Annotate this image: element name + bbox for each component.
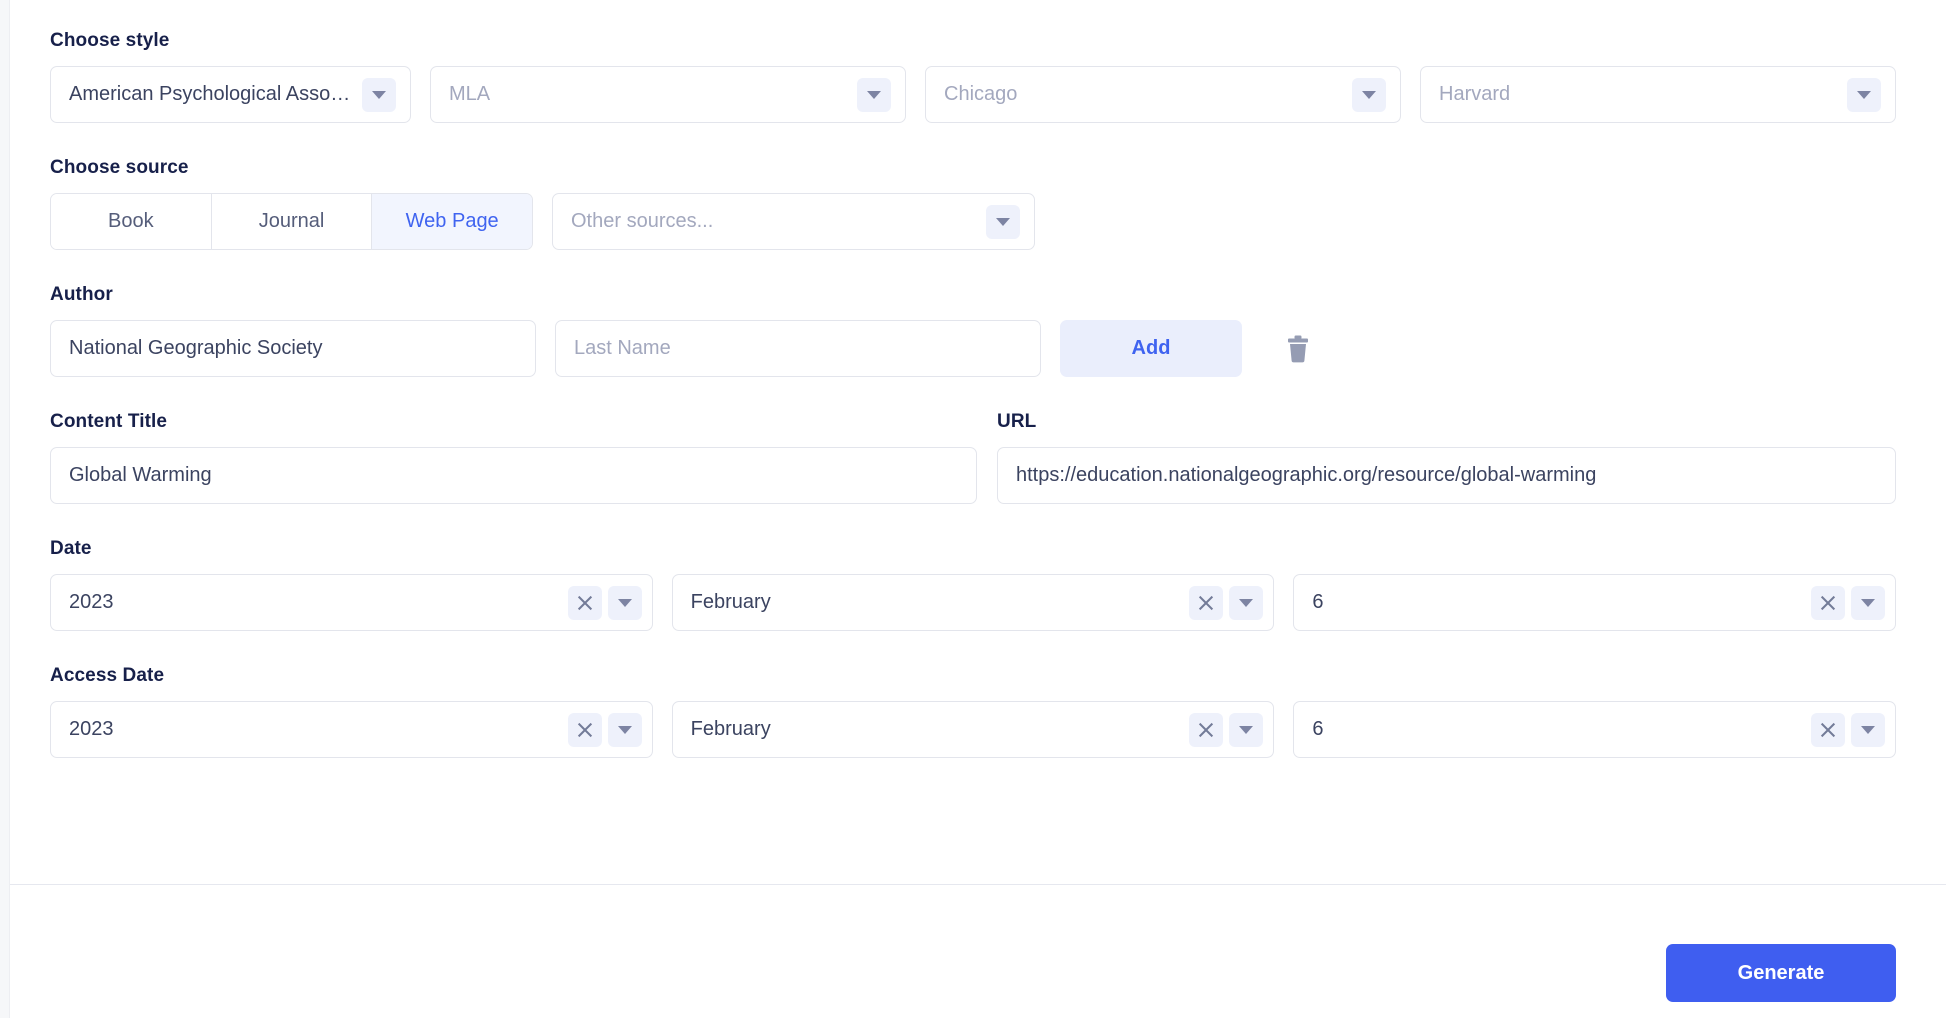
choose-source-label: Choose source <box>50 157 189 178</box>
chevron-down-icon[interactable] <box>1229 585 1264 620</box>
clear-icon[interactable] <box>567 585 602 620</box>
date-month-value: February <box>690 591 771 613</box>
content-title-value: Global Warming <box>69 464 212 486</box>
date-day-dropdown[interactable]: 6 <box>1293 574 1897 631</box>
date-year-value: 2023 <box>69 591 114 613</box>
date-year-dropdown[interactable]: 2023 <box>50 574 653 631</box>
style-dropdown-harvard-value: Harvard <box>1439 83 1511 105</box>
content-title-group: Content Title Global Warming <box>50 411 977 504</box>
content-title-label: Content Title <box>50 411 168 432</box>
style-dropdown-apa[interactable]: American Psychological Associatio… <box>50 66 411 123</box>
trash-icon <box>1288 335 1308 362</box>
chevron-down-icon[interactable] <box>1847 77 1881 112</box>
clear-icon[interactable] <box>1811 585 1846 620</box>
other-sources-dropdown[interactable]: Other sources... <box>552 193 1035 250</box>
source-tab-group: Book Journal Web Page <box>50 193 533 250</box>
clear-icon[interactable] <box>1811 712 1846 747</box>
author-row: National Geographic Society Last Name Ad… <box>50 320 1896 377</box>
date-row: 2023 February 6 <box>50 574 1897 631</box>
author-first-name-value: National Geographic Society <box>69 337 323 359</box>
add-author-button[interactable]: Add <box>1060 320 1242 377</box>
access-date-year-dropdown[interactable]: 2023 <box>50 701 653 758</box>
author-first-name-input[interactable]: National Geographic Society <box>50 320 536 377</box>
content-title-url-row: Content Title Global Warming URL https:/… <box>50 411 1896 504</box>
chevron-down-icon[interactable] <box>1352 77 1386 112</box>
clear-icon[interactable] <box>1189 585 1224 620</box>
chevron-down-icon[interactable] <box>1851 712 1886 747</box>
url-value: https://education.nationalgeographic.org… <box>1016 464 1597 486</box>
style-dropdown-mla-value: MLA <box>449 83 491 105</box>
style-dropdown-mla[interactable]: MLA <box>430 66 906 123</box>
author-last-name-input[interactable]: Last Name <box>555 320 1041 377</box>
author-last-name-placeholder: Last Name <box>574 337 671 359</box>
date-month-dropdown[interactable]: February <box>671 574 1275 631</box>
citation-generator-form: Choose style American Psychological Asso… <box>0 0 1946 1018</box>
chevron-down-icon[interactable] <box>857 77 891 112</box>
access-date-month-value: February <box>690 718 771 740</box>
clear-icon[interactable] <box>1189 712 1224 747</box>
date-day-value: 6 <box>1312 591 1324 613</box>
chevron-down-icon[interactable] <box>362 77 396 112</box>
access-date-year-value: 2023 <box>69 718 114 740</box>
content-title-input[interactable]: Global Warming <box>50 447 977 504</box>
style-dropdown-chicago-value: Chicago <box>944 83 1018 105</box>
other-sources-value: Other sources... <box>571 210 714 232</box>
access-date-row: 2023 February 6 <box>50 701 1897 758</box>
access-date-day-dropdown[interactable]: 6 <box>1293 701 1897 758</box>
source-selection-row: Book Journal Web Page Other sources... <box>50 193 1896 250</box>
url-input[interactable]: https://education.nationalgeographic.org… <box>997 447 1896 504</box>
style-dropdown-chicago[interactable]: Chicago <box>925 66 1401 123</box>
chevron-down-icon[interactable] <box>986 204 1020 239</box>
tab-web-page[interactable]: Web Page <box>372 194 532 249</box>
style-dropdown-apa-value: American Psychological Associatio… <box>69 83 356 105</box>
delete-author-button[interactable] <box>1273 320 1323 377</box>
access-date-month-dropdown[interactable]: February <box>671 701 1275 758</box>
choose-style-label: Choose style <box>50 30 170 51</box>
access-date-day-value: 6 <box>1312 718 1324 740</box>
tab-book[interactable]: Book <box>51 194 212 249</box>
url-group: URL https://education.nationalgeographic… <box>997 411 1896 504</box>
tab-journal[interactable]: Journal <box>211 194 373 249</box>
generate-button[interactable]: Generate <box>1666 944 1896 1002</box>
chevron-down-icon[interactable] <box>607 712 642 747</box>
date-label: Date <box>50 538 92 559</box>
access-date-label: Access Date <box>50 665 165 686</box>
chevron-down-icon[interactable] <box>1229 712 1264 747</box>
footer-divider <box>10 884 1946 885</box>
left-edge-strip <box>0 0 10 1018</box>
form-body: Choose style American Psychological Asso… <box>50 0 1897 758</box>
url-label: URL <box>997 411 1037 432</box>
author-label: Author <box>50 284 113 305</box>
clear-icon[interactable] <box>567 712 602 747</box>
style-dropdown-row: American Psychological Associatio… MLA C… <box>50 66 1896 123</box>
footer-actions: Generate <box>1666 944 1896 1002</box>
chevron-down-icon[interactable] <box>1851 585 1886 620</box>
chevron-down-icon[interactable] <box>607 585 642 620</box>
style-dropdown-harvard[interactable]: Harvard <box>1420 66 1896 123</box>
